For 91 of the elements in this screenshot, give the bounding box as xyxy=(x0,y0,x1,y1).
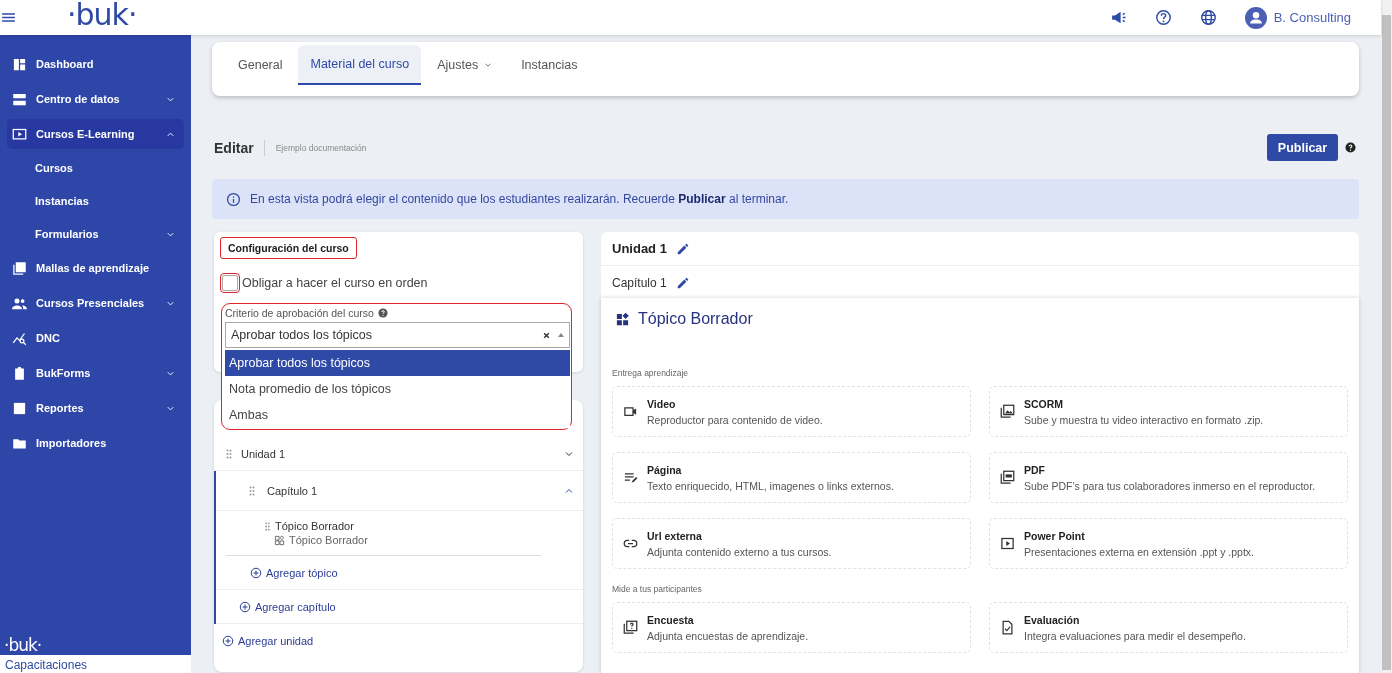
section-label: Entrega aprendizaje xyxy=(612,368,690,378)
topic-type: Tópico Borrador xyxy=(289,534,368,546)
widgets-icon xyxy=(274,534,285,546)
criterion-select[interactable]: Aprobar todos los tópicos xyxy=(225,322,570,348)
card-title: PDF xyxy=(1024,463,1046,476)
clipboard-icon xyxy=(12,365,27,381)
topic-title: Tópico Borrador xyxy=(638,310,753,328)
brand-logo: ·buk· xyxy=(67,0,137,30)
card-description: Sube PDF’s para tus colaboradores inmerso en el reproductor. xyxy=(1024,479,1316,492)
megaphone-icon[interactable] xyxy=(1109,9,1127,26)
tab[interactable]: General xyxy=(226,45,295,85)
card-title: Url externa xyxy=(647,529,703,542)
card-title: Configuración del curso xyxy=(220,237,357,259)
chapter-title: Capítulo 1 xyxy=(612,275,667,290)
unit-title[interactable]: Unidad 1 xyxy=(241,447,286,460)
info-text: En esta vista podrá elegir el contenido que los estudiantes realizarán. Recuerde Publicar al terminar. xyxy=(250,192,789,206)
dashboard-icon xyxy=(12,56,27,72)
chapter-title[interactable]: Capítulo 1 xyxy=(267,484,318,497)
card-title: Video xyxy=(647,397,677,410)
card-title: Página xyxy=(647,463,683,476)
card-description: Adjunta encuestas de aprendizaje. xyxy=(647,629,809,642)
page-title: Editar xyxy=(212,139,265,156)
sidebar-subitem[interactable]: Instancias xyxy=(7,187,184,215)
dropdown-option[interactable]: Aprobar todos los tópicos xyxy=(225,350,570,376)
sidebar-subitem[interactable]: Cursos xyxy=(7,154,184,182)
info-icon xyxy=(226,191,241,207)
tab[interactable]: Material del curso xyxy=(298,45,422,85)
card-description: Texto enriquecido, HTML, imagenes o links externos. xyxy=(647,479,894,492)
sidebar-item[interactable]: Reportes xyxy=(7,393,184,423)
content-type-card[interactable]: SCORM Sube y muestra tu video interactivo en formato .zip. xyxy=(989,386,1348,437)
unit-title: Unidad 1 xyxy=(612,241,667,256)
dropdown-option[interactable]: Ambas xyxy=(225,402,570,428)
add-icon xyxy=(222,634,234,647)
card-description: Integra evaluaciones para medir el desempeño. xyxy=(1024,629,1246,642)
monitor-icon xyxy=(12,126,27,142)
content-type-card[interactable]: Power Point Presentaciones externa en extensión .ppt y .pptx. xyxy=(989,518,1348,569)
sidebar-item[interactable]: Cursos Presenciales xyxy=(7,288,184,318)
add-chapter-link[interactable]: Agregar capítulo xyxy=(216,590,583,624)
user-menu[interactable]: B. Consulting xyxy=(1244,6,1351,29)
globe-icon[interactable] xyxy=(1199,9,1217,26)
content-type-card[interactable]: Url externa Adjunta contenido externo a tus cursos. xyxy=(612,518,971,569)
card-title: Evaluación xyxy=(1024,613,1081,626)
sidebar-item[interactable]: Centro de datos xyxy=(7,84,184,114)
storage-icon xyxy=(12,91,27,107)
add-topic-link[interactable]: Agregar tópico xyxy=(216,556,583,590)
content-type-card[interactable]: PDF Sube PDF’s para tus colaboradores inmerso en el reproductor. xyxy=(989,452,1348,503)
help-icon[interactable] xyxy=(1345,142,1356,153)
card-description: Presentaciones externa en extensión .ppt y .pptx. xyxy=(1024,545,1254,558)
pencil-icon[interactable] xyxy=(675,241,690,256)
sidebar-item[interactable]: Cursos E-Learning xyxy=(7,119,184,149)
tab[interactable]: Ajustes xyxy=(425,45,506,85)
content-type-card[interactable]: Página Texto enriquecido, HTML, imagenes o links externos. xyxy=(612,452,971,503)
drag-handle-icon[interactable] xyxy=(262,520,273,532)
clear-icon xyxy=(543,331,550,339)
content-type-card[interactable]: Encuesta Adjunta encuestas de aprendizaje. xyxy=(612,602,971,653)
sidebar-item[interactable]: Mallas de aprendizaje xyxy=(7,253,184,283)
sidebar-item[interactable]: DNC xyxy=(7,323,184,353)
add-icon xyxy=(239,600,251,613)
help-icon[interactable] xyxy=(1154,9,1172,26)
content-type-card[interactable]: Evaluación Integra evaluaciones para medir el desempeño. xyxy=(989,602,1348,653)
tab[interactable]: Instancias xyxy=(509,45,590,85)
card-description: Reproductor para contenido de video. xyxy=(647,413,823,426)
slides-icon xyxy=(1000,536,1015,551)
checkbox[interactable] xyxy=(222,275,238,291)
caret-icon xyxy=(558,333,564,337)
footer-logo: ·buk· xyxy=(3,635,43,655)
video-icon xyxy=(623,404,638,419)
card-title: Power Point xyxy=(1024,529,1086,542)
publish-button[interactable]: Publicar xyxy=(1267,134,1338,161)
app-name: Capacitaciones xyxy=(0,655,191,673)
widgets-icon xyxy=(615,311,630,327)
dropdown-option[interactable]: Nota promedio de los tópicos xyxy=(225,376,570,402)
field-label: Criterio de aprobación del curso xyxy=(225,307,374,319)
section-label: Mide a tus participantes xyxy=(612,584,703,594)
card-description: Adjunta contenido externo a tus cursos. xyxy=(647,545,832,558)
add-icon xyxy=(250,566,262,579)
sidebar-item[interactable]: BukForms xyxy=(7,358,184,388)
add-unit-link[interactable]: Agregar unidad xyxy=(214,624,583,657)
sidebar-subitem[interactable]: Formularios xyxy=(7,220,184,248)
card-description: Sube y muestra tu video interactivo en formato .zip. xyxy=(1024,413,1264,426)
pencil-icon[interactable] xyxy=(675,275,690,290)
topic-title[interactable]: Tópico Borrador xyxy=(275,520,354,532)
card-title: SCORM xyxy=(1024,397,1065,410)
avatar-icon xyxy=(1244,6,1267,29)
content-type-card[interactable]: Video Reproductor para contenido de video. xyxy=(612,386,971,437)
sidebar-item[interactable]: Importadores xyxy=(7,428,184,458)
sidebar-item[interactable]: Dashboard xyxy=(7,49,184,79)
course-name: Ejemplo documentación xyxy=(274,142,368,153)
help-icon xyxy=(377,308,388,318)
card-title: Encuesta xyxy=(647,613,695,626)
checkbox-label: Obligar a hacer el curso en orden xyxy=(242,276,428,290)
